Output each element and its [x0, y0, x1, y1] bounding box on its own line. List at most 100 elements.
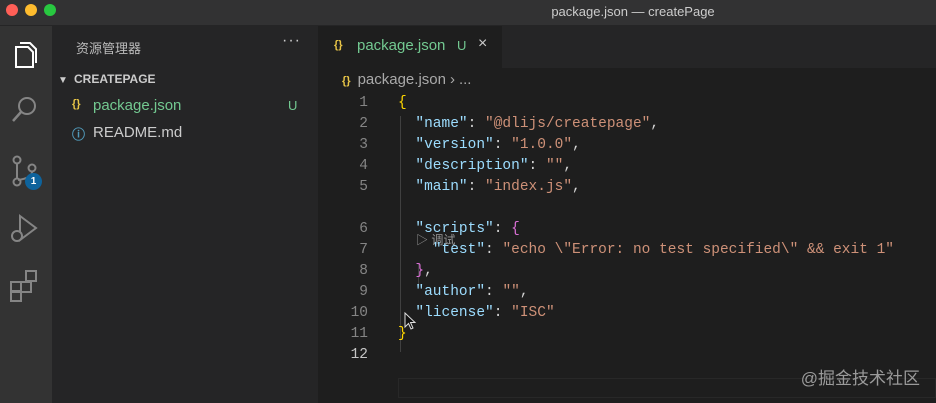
- line-number: 2: [359, 116, 368, 132]
- code-token: {: [511, 221, 520, 237]
- line-number: 11: [350, 326, 368, 342]
- extensions-icon: [10, 270, 37, 302]
- code-text: "name": "@dlijs/createpage",: [398, 116, 659, 132]
- code-text: "license": "ISC": [398, 305, 555, 321]
- workspace-folder-header[interactable]: ▼ CREATEPAGE: [58, 72, 156, 86]
- tab-bar: {} package.json U ×: [318, 26, 936, 68]
- code-token: "author": [415, 284, 486, 300]
- code-token: "@dlijs/createpage": [485, 116, 651, 132]
- code-text: },: [398, 263, 432, 279]
- tab-package-json[interactable]: {} package.json U ×: [318, 26, 502, 68]
- code-token: "1.0.0": [511, 137, 573, 153]
- file-name: package.json: [93, 97, 182, 114]
- breadcrumb-more[interactable]: ...: [459, 71, 472, 88]
- close-icon[interactable]: ×: [478, 35, 487, 53]
- code-line[interactable]: 1{: [318, 94, 936, 115]
- chevron-down-icon: ▼: [58, 75, 68, 86]
- code-line[interactable]: 9 "author": "",: [318, 283, 936, 304]
- code-line[interactable]: 3 "version": "1.0.0",: [318, 136, 936, 157]
- line-number: 5: [359, 179, 368, 195]
- line-number: 8: [359, 263, 368, 279]
- code-token: "main": [415, 179, 468, 195]
- code-token: :: [467, 116, 486, 132]
- line-number: 7: [359, 242, 368, 258]
- more-actions-button[interactable]: ···: [282, 32, 301, 50]
- code-line[interactable]: 6 "scripts": {: [318, 220, 936, 241]
- code-token: :: [493, 137, 512, 153]
- tab-label: package.json: [357, 37, 446, 54]
- run-debug-activity-button[interactable]: [0, 202, 52, 250]
- watermark: @掘金技术社区: [800, 369, 920, 388]
- line-number: 3: [359, 137, 368, 153]
- line-number: 1: [359, 95, 368, 111]
- activity-bar: 1: [0, 26, 52, 403]
- code-token: ,: [650, 116, 660, 132]
- code-token: :: [467, 179, 486, 195]
- editor-area: {} package.json U × {} package.json ›... ▷…: [318, 26, 936, 403]
- mouse-cursor-icon: [404, 312, 417, 330]
- file-item-readme[interactable]: ⓘ README.md: [52, 122, 318, 146]
- code-text: "main": "index.js",: [398, 179, 581, 195]
- code-token: :: [493, 305, 512, 321]
- code-token: }: [415, 263, 425, 279]
- extensions-activity-button[interactable]: [0, 260, 52, 308]
- code-token: "license": [415, 305, 494, 321]
- line-number: 9: [359, 284, 368, 300]
- code-editor[interactable]: ▷ 调试 1{2 "name": "@dlijs/createpage", 3 "…: [318, 94, 936, 403]
- explorer-activity-button[interactable]: [0, 30, 52, 78]
- title-bar: package.json — createPage: [0, 0, 936, 26]
- search-activity-button[interactable]: [0, 84, 52, 132]
- code-line[interactable]: 5 "main": "index.js",: [318, 178, 936, 199]
- code-token: ,: [572, 137, 581, 153]
- code-token: "ISC": [511, 305, 555, 321]
- untracked-status: U: [288, 98, 298, 113]
- window-title: package.json — createPage: [551, 4, 715, 19]
- json-file-icon: {}: [334, 39, 343, 51]
- workspace-folder-name: CREATEPAGE: [74, 72, 156, 86]
- code-text: "version": "1.0.0",: [398, 137, 581, 153]
- code-token: ,: [572, 179, 581, 195]
- file-item-package-json[interactable]: {} package.json U: [52, 95, 318, 119]
- sidebar-title: 资源管理器: [76, 41, 142, 56]
- code-text: "description": "",: [398, 158, 572, 174]
- code-token: "": [545, 158, 564, 174]
- line-number: 6: [359, 221, 368, 237]
- code-token: :: [485, 284, 503, 300]
- code-line[interactable]: 4 "description": "",: [318, 157, 936, 178]
- breadcrumb-file[interactable]: package.json: [358, 71, 446, 88]
- code-token: "index.js": [485, 179, 573, 195]
- code-token: "test": [432, 242, 486, 258]
- run-debug-icon: [11, 214, 38, 242]
- code-token: ,: [519, 284, 529, 300]
- info-icon: ⓘ: [72, 127, 86, 142]
- code-token: "version": [415, 137, 494, 153]
- line-number: 10: [350, 305, 368, 321]
- code-text: {: [398, 95, 407, 111]
- breadcrumb: {} package.json ›...: [342, 71, 471, 88]
- code-line[interactable]: 8 },: [318, 262, 936, 283]
- code-token: "": [502, 284, 520, 300]
- json-file-icon: {}: [72, 98, 81, 110]
- search-icon: [12, 97, 36, 122]
- source-control-badge: 1: [25, 173, 42, 190]
- code-token: "scripts": [415, 221, 494, 237]
- explorer-icon: [15, 42, 37, 68]
- code-text: "test": "echo \"Error: no test specified…: [398, 242, 894, 258]
- code-line[interactable]: 7 "test": "echo \"Error: no test specifi…: [318, 241, 936, 262]
- line-number: 4: [359, 158, 368, 174]
- code-token: ,: [563, 158, 573, 174]
- code-token: :: [528, 158, 546, 174]
- code-token: "description": [415, 158, 529, 174]
- code-text: "scripts": {: [398, 221, 520, 237]
- explorer-sidebar: 资源管理器 ··· ▼ CREATEPAGE {} package.json U …: [52, 26, 318, 403]
- code-token: :: [485, 242, 503, 258]
- code-line[interactable]: 2 "name": "@dlijs/createpage",: [318, 115, 936, 136]
